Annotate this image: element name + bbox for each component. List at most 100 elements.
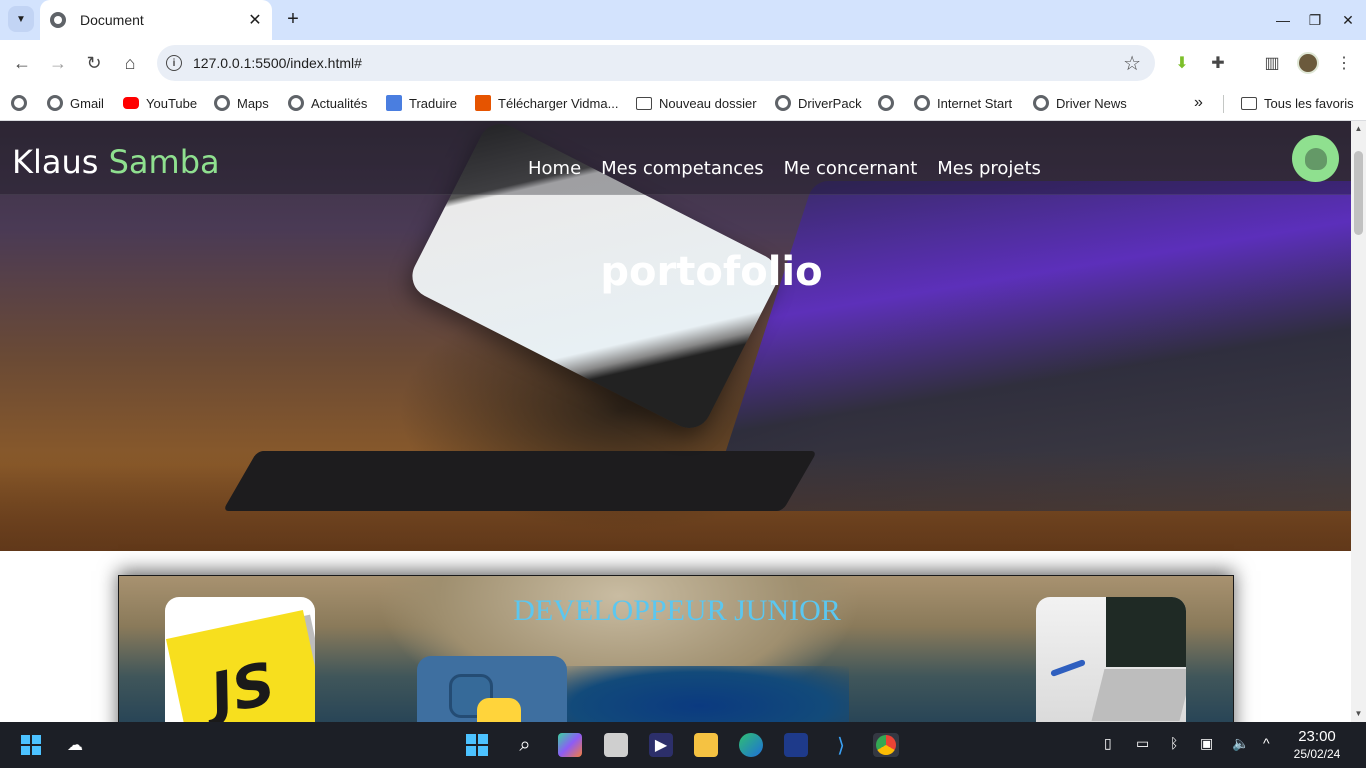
vscode-icon[interactable]: ⟩	[829, 733, 853, 757]
tab-strip: ▼ Document ✕ + — ❐ ✕	[0, 0, 1366, 40]
reload-button[interactable]: ↻	[81, 50, 107, 76]
bookmark-item[interactable]	[11, 92, 34, 114]
battery-icon[interactable]: ▭	[1136, 735, 1149, 752]
nav-link-competances[interactable]: Mes competances	[601, 158, 764, 179]
laptop-screen-image	[1106, 597, 1186, 667]
download-extension-icon[interactable]: ⬇	[1171, 52, 1193, 74]
bookmark-label: Tous les favoris	[1264, 95, 1354, 111]
bookmark-label: Traduire	[409, 95, 457, 111]
address-bar[interactable]: i 127.0.0.1:5500/index.html# ☆	[157, 45, 1155, 81]
youtube-icon	[123, 97, 139, 109]
teams-icon[interactable]: ▶	[649, 733, 673, 757]
edge-icon[interactable]	[739, 733, 763, 757]
page-scrollbar[interactable]: ▲ ▼	[1351, 121, 1366, 722]
close-window-button[interactable]: ✕	[1333, 6, 1363, 34]
nav-link-concernant[interactable]: Me concernant	[784, 158, 918, 179]
logo-first-name: Klaus	[12, 143, 99, 181]
search-icon[interactable]: ⌕	[513, 733, 537, 757]
system-clock[interactable]: 23:00 25/02/24	[1286, 728, 1348, 762]
bookmark-star-icon[interactable]: ☆	[1123, 51, 1141, 76]
bookmark-actualites[interactable]: Actualités	[288, 92, 367, 114]
bookmark-maps[interactable]: Maps	[214, 92, 269, 114]
profile-avatar[interactable]	[1297, 52, 1319, 74]
globe-icon	[878, 95, 894, 111]
bookmark-item[interactable]	[878, 92, 901, 114]
hero-section: Klaus Samba Home Mes competances Me conc…	[0, 121, 1351, 551]
bookmark-label: YouTube	[146, 95, 198, 111]
site-navbar: Klaus Samba Home Mes competances Me conc…	[0, 121, 1351, 195]
bookmark-internet-start[interactable]: Internet Start	[914, 92, 1012, 114]
minimize-button[interactable]: —	[1268, 6, 1298, 34]
side-panel-icon[interactable]: ▥	[1261, 52, 1283, 74]
developer-card: DEVELOPPEUR JUNIOR JS	[118, 575, 1234, 722]
close-tab-icon[interactable]: ✕	[246, 11, 264, 29]
globe-icon	[47, 95, 63, 111]
globe-icon	[11, 95, 27, 111]
bookmark-gmail[interactable]: Gmail	[47, 92, 104, 114]
hero-title: portofolio	[600, 249, 823, 295]
home-button[interactable]: ⌂	[117, 50, 143, 76]
web-content: Klaus Samba Home Mes competances Me conc…	[0, 121, 1351, 722]
task-view-icon[interactable]	[604, 733, 628, 757]
restore-button[interactable]: ❐	[1300, 6, 1330, 34]
folder-icon	[1241, 96, 1257, 110]
more-bookmarks-button[interactable]: »	[1194, 92, 1203, 114]
new-tab-button[interactable]: +	[282, 8, 304, 30]
nav-link-home[interactable]: Home	[528, 158, 581, 179]
scroll-up-arrow-icon[interactable]: ▲	[1354, 124, 1363, 133]
forward-button[interactable]: →	[45, 50, 71, 76]
extensions-icon[interactable]: ✚	[1207, 52, 1229, 74]
back-button[interactable]: ←	[9, 50, 35, 76]
active-tab[interactable]: Document ✕	[40, 0, 272, 40]
start-button-icon[interactable]	[465, 733, 489, 757]
nav-link-projets[interactable]: Mes projets	[937, 158, 1041, 179]
bookmark-label: Nouveau dossier	[659, 95, 757, 111]
tab-search-button[interactable]: ▼	[8, 6, 34, 32]
site-logo[interactable]: Klaus Samba	[12, 143, 220, 181]
python-logo-tile	[417, 656, 567, 722]
globe-icon	[50, 12, 66, 28]
browser-toolbar: ← → ↻ ⌂ i 127.0.0.1:5500/index.html# ☆ ⬇…	[0, 40, 1366, 85]
widgets-icon[interactable]	[20, 734, 42, 756]
bookmark-driver-news[interactable]: Driver News	[1033, 92, 1127, 114]
folder-icon	[636, 96, 652, 110]
copilot-icon[interactable]	[558, 733, 582, 757]
github-icon[interactable]	[1292, 135, 1339, 182]
store-icon[interactable]	[784, 733, 808, 757]
site-info-icon[interactable]: i	[166, 55, 182, 71]
bookmark-label: Télécharger Vidma...	[498, 95, 619, 111]
bookmark-label: DriverPack	[798, 95, 862, 111]
bookmark-youtube[interactable]: YouTube	[123, 92, 197, 114]
volume-icon[interactable]: 🔈	[1232, 735, 1249, 752]
bookmark-vidmate[interactable]: Télécharger Vidma...	[475, 92, 618, 114]
bookmark-label: Actualités	[311, 95, 368, 111]
logo-last-name: Samba	[108, 143, 220, 181]
globe-icon	[775, 95, 791, 111]
url-text[interactable]: 127.0.0.1:5500/index.html#	[193, 55, 1123, 71]
clipboard-icon[interactable]: ▯	[1104, 735, 1112, 752]
clock-date: 25/02/24	[1293, 747, 1341, 761]
chrome-icon[interactable]	[873, 733, 899, 757]
chevron-down-icon: ▼	[16, 13, 26, 25]
site-nav-links: Home Mes competances Me concernant Mes p…	[528, 158, 1061, 179]
bookmark-nouveau-dossier[interactable]: Nouveau dossier	[636, 92, 757, 114]
python-snake-yellow-icon	[477, 698, 521, 722]
network-icon[interactable]: ▣	[1200, 735, 1213, 752]
windows-taskbar: ☁ ⌕ ▶ ⟩ ▯ ▭ ᛒ ▣ 🔈 ^ 23:00 25/02/24	[0, 722, 1366, 768]
scrollbar-thumb[interactable]	[1354, 151, 1363, 235]
globe-icon	[214, 95, 230, 111]
show-hidden-icons-chevron-icon[interactable]: ^	[1263, 735, 1270, 751]
weather-cloud-icon[interactable]: ☁	[63, 733, 87, 757]
bookmark-driverpack[interactable]: DriverPack	[775, 92, 862, 114]
all-bookmarks-button[interactable]: Tous les favoris	[1241, 92, 1354, 114]
bookmark-traduire[interactable]: Traduire	[386, 92, 457, 114]
file-explorer-icon[interactable]	[694, 733, 718, 757]
tab-title: Document	[80, 12, 144, 28]
pen-image	[1050, 659, 1086, 677]
scroll-down-arrow-icon[interactable]: ▼	[1354, 709, 1363, 718]
globe-icon	[288, 95, 304, 111]
menu-icon[interactable]: ⋮	[1333, 52, 1355, 74]
bookmark-label: Maps	[237, 95, 269, 111]
laptop-keyboard-image	[1091, 669, 1186, 721]
bluetooth-icon[interactable]: ᛒ	[1170, 735, 1178, 751]
